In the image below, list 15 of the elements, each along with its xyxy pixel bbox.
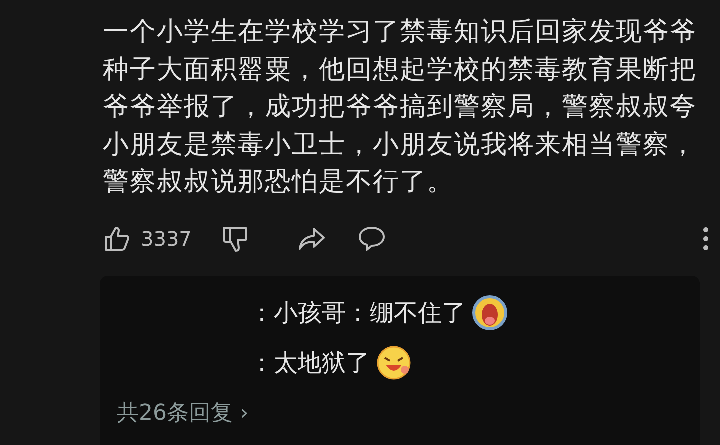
reply-text: ：小孩哥：绷不住了 [250, 298, 466, 328]
comment-text-line: 警察叔叔说那恐怕是不行了。 [103, 166, 455, 199]
more-replies-link[interactable]: 共26条回复 › [117, 398, 700, 428]
comment-text-line: 爷爷举报了，成功把爷爷搞到警察局，警察叔叔夸 [103, 91, 698, 124]
share-arrow-icon[interactable] [297, 226, 327, 252]
thumbs-up-icon[interactable] [103, 224, 131, 252]
comment-text-line: 种子大面积罂粟，他回想起学校的禁毒教育果断把 [103, 54, 698, 86]
comment-icon[interactable] [357, 224, 387, 252]
crying-emoji-icon [472, 294, 508, 332]
comment-text-line: 一个小学生在学校学习了禁毒知识后回家发现爷爷 [103, 16, 698, 49]
laughing-emoji-icon [376, 344, 412, 380]
reply-text: ：太地狱了 [250, 348, 370, 378]
comment-text-line: 小朋友是禁毒小卫士，小朋友说我将来相当警察， [103, 128, 698, 162]
like-count: 3337 [141, 226, 193, 250]
more-options-icon[interactable] [702, 226, 710, 252]
